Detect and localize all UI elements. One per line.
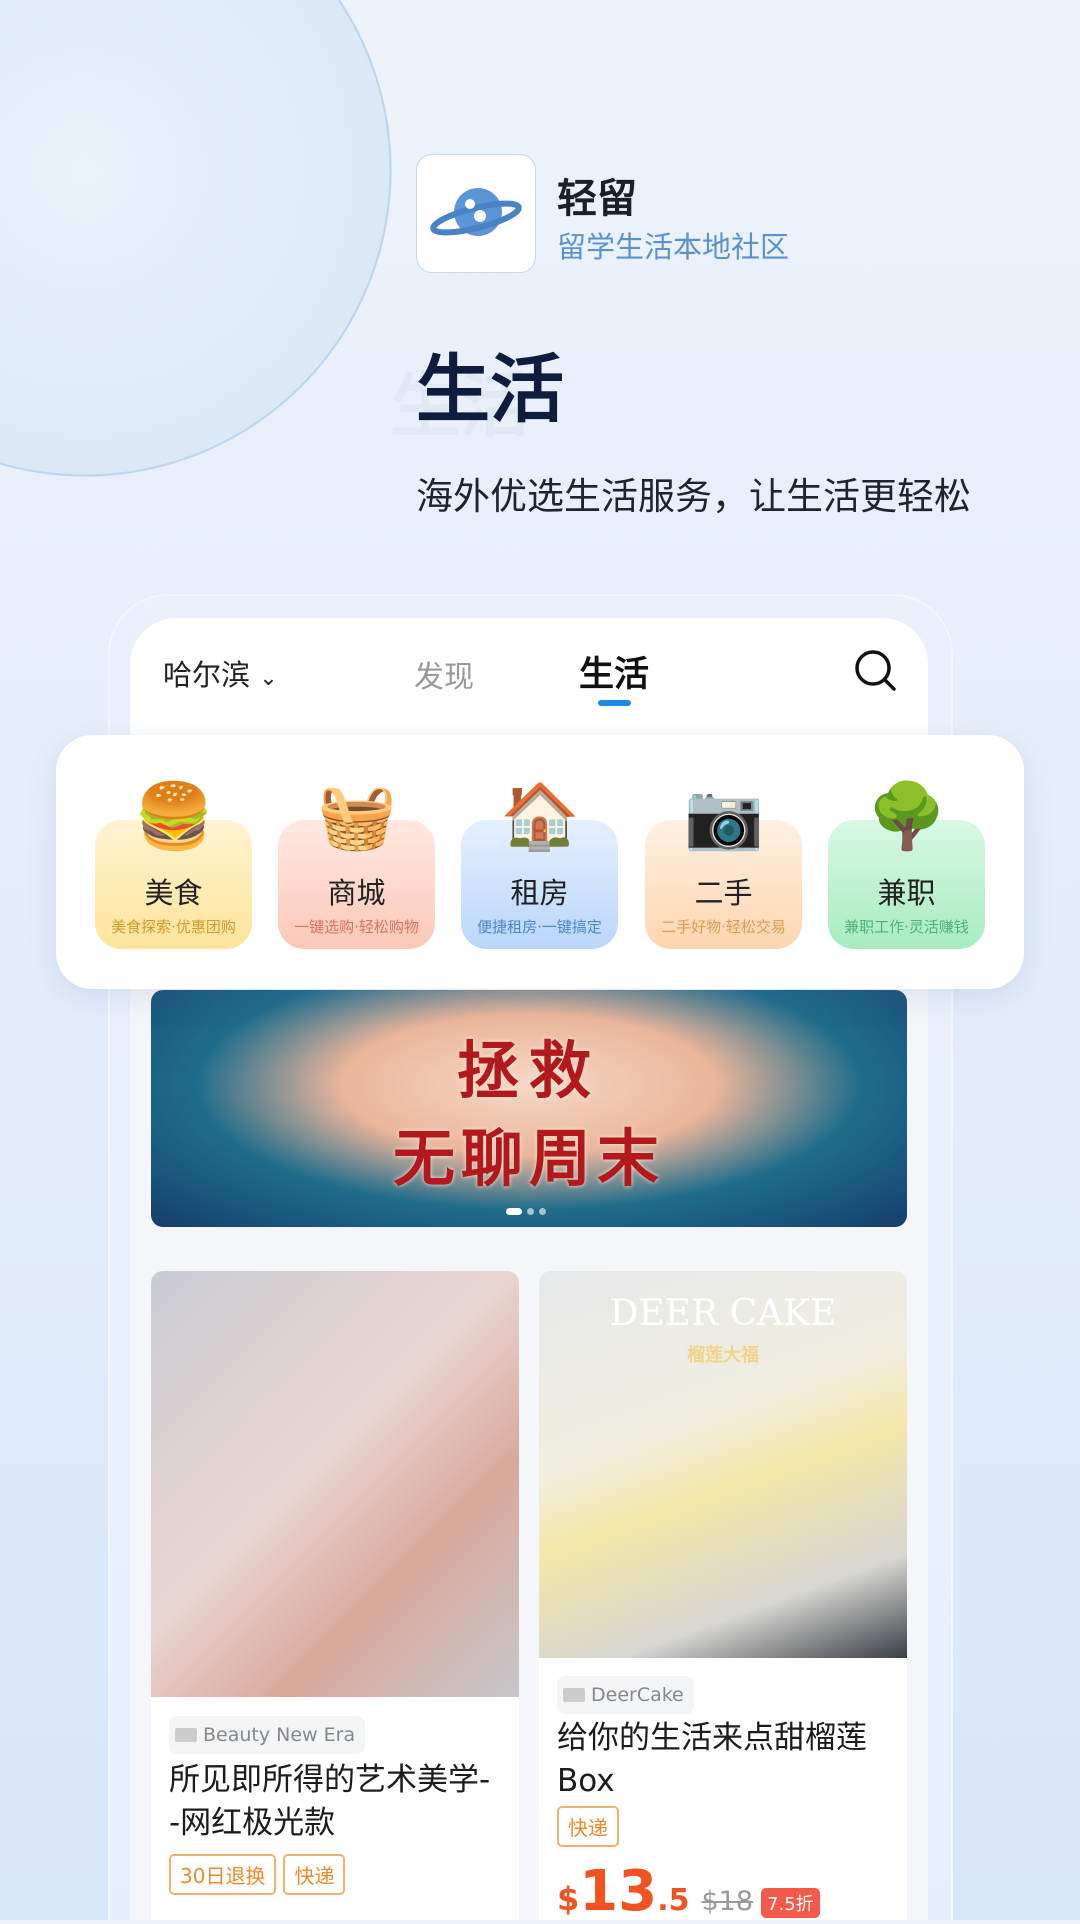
hero-tagline: 海外优选生活服务，让生活更轻松 [416,475,971,518]
card-title: 给你的生活来点甜榴莲Box [557,1720,867,1799]
category-card: 🍔 美食美食探索·优惠团购 🧺 商城一键选购·轻松购物 🏠 租房便捷租房·一键搞定 📷… [56,735,1024,989]
category-label: 商城 [327,876,386,910]
category-desc: 一键选购·轻松购物 [294,918,419,936]
price: $13.5 $18 7.5折 [557,1859,820,1924]
category-label: 兼职 [877,876,936,910]
price-decimal: .5 [657,1883,690,1918]
feed-card[interactable]: DEER CAKE 榴莲大福 DeerCake 给你的生活来点甜榴莲Box 快递… [539,1271,907,1924]
category-label: 二手 [694,876,753,910]
category-secondhand[interactable]: 📷 二手二手好物·轻松交易 [645,780,802,949]
category-mall[interactable]: 🧺 商城一键选购·轻松购物 [278,780,435,949]
basket-icon: 🧺 [317,779,397,854]
banner-line2: 无聊周末 [392,1122,665,1195]
decorative-circle [0,0,392,477]
promo-banner[interactable]: 拯救 无聊周末 [151,990,907,1227]
feed-card[interactable]: Beauty New Era 所见即所得的艺术美学--网红极光款 30日退换 快递 [151,1271,519,1920]
source-badge: DeerCake [557,1676,694,1714]
product-image [151,1271,519,1697]
banner-line1: 拯救 [456,1034,601,1107]
banner-pagination [506,1208,546,1215]
category-rent[interactable]: 🏠 租房便捷租房·一键搞定 [461,780,618,949]
discount-badge: 7.5折 [761,1888,820,1918]
app-subtitle: 留学生活本地社区 [557,230,790,264]
burger-icon: 🍔 [134,779,214,854]
tab-life[interactable]: 生活 [579,646,649,697]
city-selector[interactable]: 哈尔滨 ⌄ [163,652,278,694]
category-label: 美食 [144,876,203,910]
app-logo [416,154,536,273]
tag: 快递 [283,1854,346,1895]
store-icon [175,1728,197,1742]
tag: 30日退换 [169,1854,277,1895]
active-tab-indicator [598,700,631,706]
category-desc: 便捷租房·一键搞定 [477,918,602,936]
planet-chat-logo-icon [430,187,522,236]
store-icon [563,1688,585,1702]
money-tree-icon: 🌳 [867,779,947,854]
city-label: 哈尔滨 [163,658,251,692]
category-label: 租房 [510,876,569,910]
image-caption: DEER CAKE [609,1293,837,1334]
source-badge: Beauty New Era [169,1716,366,1754]
tab-discover[interactable]: 发现 [414,652,474,696]
original-price: $18 [701,1886,754,1917]
category-desc: 兼职工作·灵活赚钱 [844,918,969,936]
chevron-down-icon: ⌄ [259,666,278,691]
hero-title: 生活 [416,347,564,433]
app-name: 轻留 [557,176,637,222]
image-subcaption: 榴莲大福 [687,1345,759,1366]
price-currency: $ [557,1880,580,1918]
category-food[interactable]: 🍔 美食美食探索·优惠团购 [95,780,252,949]
category-desc: 美食探索·优惠团购 [111,918,236,936]
product-image: DEER CAKE 榴莲大福 [539,1271,907,1658]
category-desc: 二手好物·轻松交易 [661,918,786,936]
tag-list: 30日退换 快递 [169,1854,346,1895]
camera-icon: 📷 [684,779,764,854]
tag: 快递 [557,1806,619,1847]
category-parttime[interactable]: 🌳 兼职兼职工作·灵活赚钱 [828,780,985,949]
card-title: 所见即所得的艺术美学--网红极光款 [169,1762,491,1841]
house-icon: 🏠 [500,779,580,854]
price-integer: 13 [579,1859,658,1924]
tag-list: 快递 [557,1806,619,1847]
search-icon[interactable] [853,648,897,692]
